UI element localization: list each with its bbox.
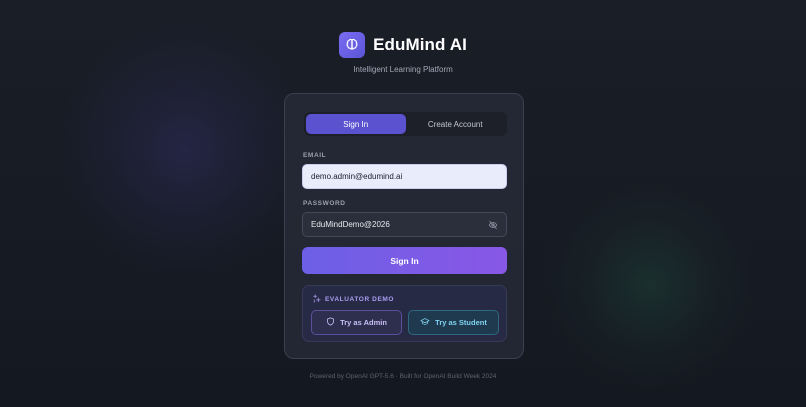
password-field[interactable]: EduMindDemo@2026 <box>302 212 507 237</box>
email-value: demo.admin@edumind.ai <box>311 172 403 181</box>
sparkle-icon <box>312 294 321 305</box>
evaluator-demo-title: EVALUATOR DEMO <box>312 294 394 305</box>
shield-icon <box>326 317 335 328</box>
graduation-cap-icon <box>420 317 430 328</box>
tab-sign-in[interactable]: Sign In <box>306 114 406 134</box>
email-field[interactable]: demo.admin@edumind.ai <box>302 164 507 189</box>
tab-create-account[interactable]: Create Account <box>406 114 506 134</box>
auth-card: Sign In Create Account EMAIL demo.admin@… <box>284 93 524 359</box>
try-as-student-button[interactable]: Try as Student <box>408 310 499 335</box>
password-label: PASSWORD <box>303 200 346 207</box>
sign-in-button[interactable]: Sign In <box>302 247 507 274</box>
brain-icon <box>339 32 366 58</box>
tagline: Intelligent Learning Platform <box>353 65 453 74</box>
brand-header: EduMind AI <box>0 32 806 58</box>
brand-name: EduMind AI <box>373 35 467 54</box>
eye-off-icon[interactable] <box>487 219 498 230</box>
evaluator-demo-panel: EVALUATOR DEMO Try as Admin Try as Stude… <box>302 285 507 342</box>
auth-tabs: Sign In Create Account <box>304 112 507 136</box>
footer-credit: Powered by OpenAI GPT-5.6 · Built for Op… <box>309 373 497 380</box>
email-label: EMAIL <box>303 152 327 159</box>
try-as-student-label: Try as Student <box>435 318 487 327</box>
try-as-admin-label: Try as Admin <box>340 318 387 327</box>
try-as-admin-button[interactable]: Try as Admin <box>311 310 402 335</box>
password-value: EduMindDemo@2026 <box>311 220 390 229</box>
evaluator-demo-label: EVALUATOR DEMO <box>325 296 395 303</box>
